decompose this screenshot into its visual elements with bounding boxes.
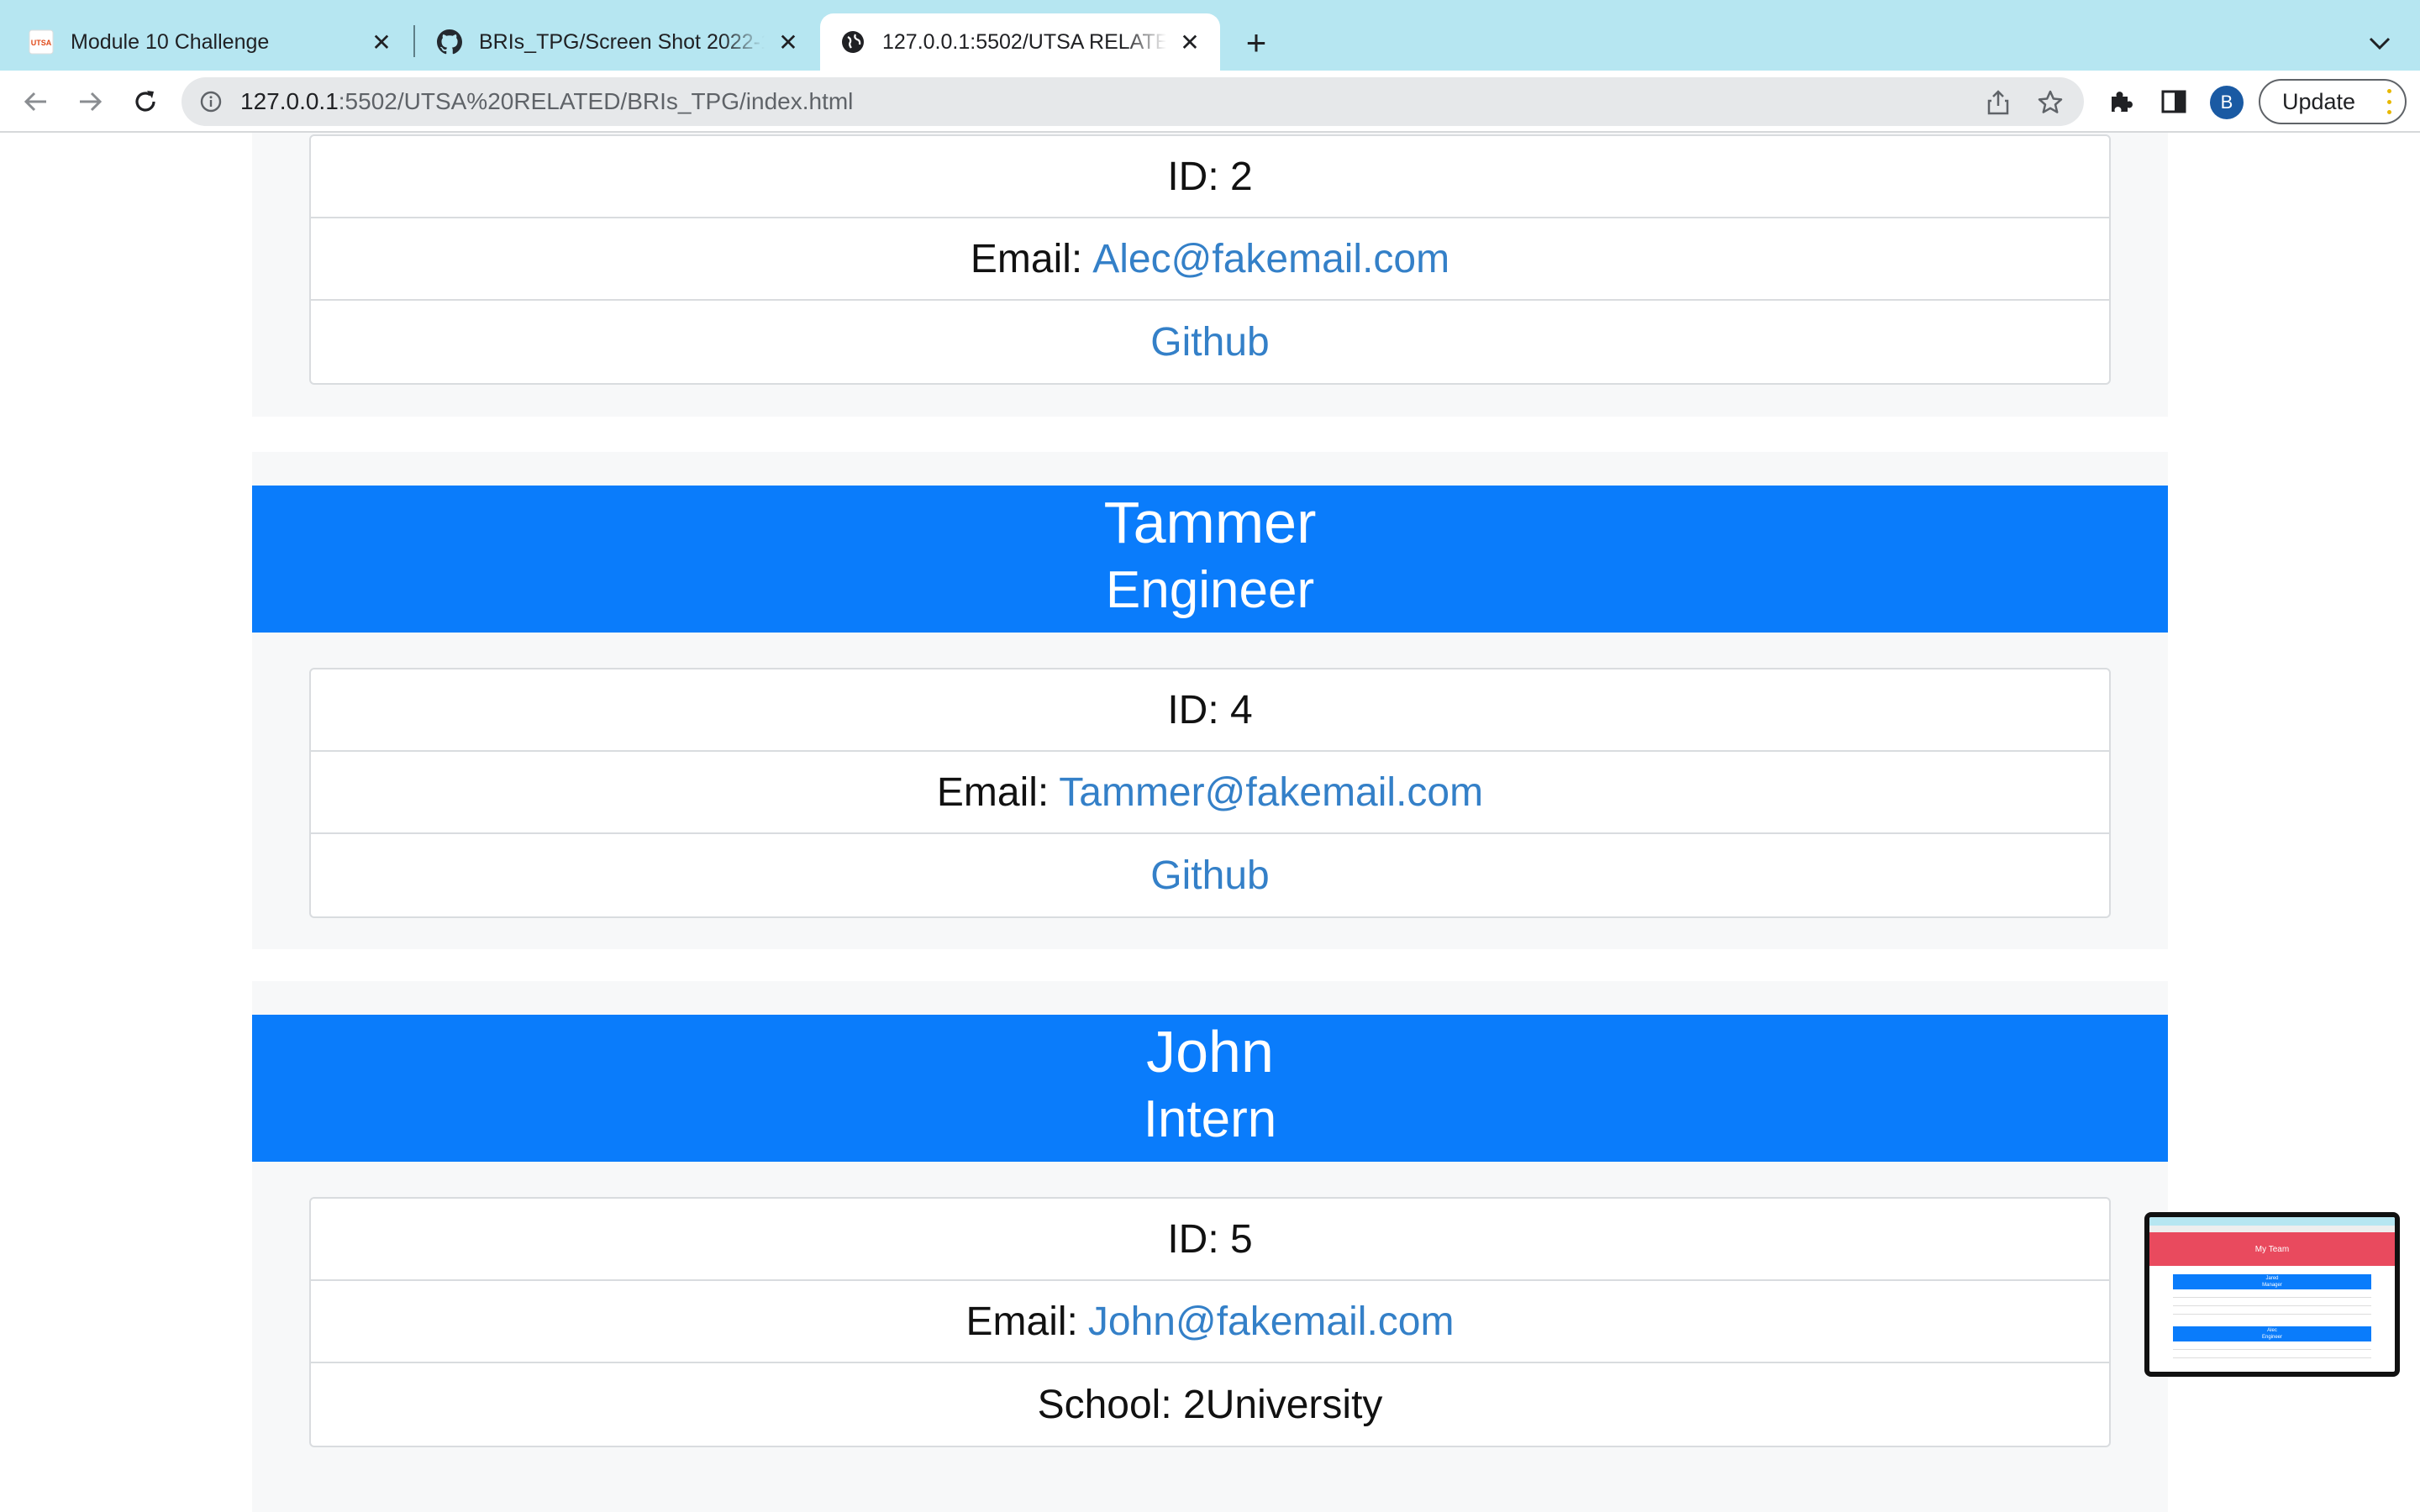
thumbnail-tabstrip [2149, 1217, 2395, 1226]
employee-details-list: ID: 5 Email: John@fakemail.com School: 2… [309, 1197, 2111, 1447]
employee-details-list: ID: 4 Email: Tammer@fakemail.com Github [309, 668, 2111, 918]
tab-title: Module 10 Challenge [71, 29, 270, 54]
globe-icon [840, 29, 865, 55]
extensions-puzzle-icon[interactable] [2101, 82, 2139, 121]
employee-school: School: 2University [1037, 1382, 1383, 1427]
site-info-icon[interactable] [198, 89, 224, 114]
tab-search-chevron-icon[interactable] [2361, 25, 2398, 62]
employee-card: John Intern ID: 5 Email: John@fakemail.c… [252, 981, 2168, 1512]
employee-card: ID: 2 Email: Alec@fakemail.com Github [252, 133, 2168, 417]
employee-role: Engineer [1105, 561, 1315, 619]
tab-title: BRIs_TPG/Screen Shot 2022-1 [479, 29, 765, 54]
back-arrow-icon[interactable] [15, 81, 57, 123]
employee-role: Intern [1143, 1090, 1277, 1148]
bookmark-star-icon[interactable] [2033, 86, 2067, 119]
thumbnail-card: Alec Engineer [2173, 1326, 2371, 1358]
employee-card-header: John Intern [252, 1015, 2168, 1162]
employee-card: Tammer Engineer ID: 4 Email: Tammer@fake… [252, 452, 2168, 949]
tab-strip: UTSA Module 10 Challenge ✕ BRIs_TPG/Scre… [0, 0, 2420, 71]
employee-email: Email: Tammer@fakemail.com [311, 752, 2109, 834]
tab-separator [413, 25, 415, 57]
thumbnail-toolbar [2149, 1226, 2395, 1232]
email-link[interactable]: John@fakemail.com [1088, 1299, 1455, 1345]
github-link[interactable]: Github [1150, 319, 1269, 365]
employee-id: ID: 5 [311, 1199, 2109, 1281]
update-label: Update [2282, 88, 2356, 114]
thumbnail-card: Jared Manager [2173, 1274, 2371, 1315]
close-icon[interactable]: ✕ [366, 27, 397, 57]
employee-github: Github [311, 834, 2109, 916]
share-icon[interactable] [1981, 86, 2015, 119]
update-button[interactable]: Update [2259, 79, 2407, 124]
employee-details-list: ID: 2 Email: Alec@fakemail.com Github [309, 134, 2111, 385]
tab-github-screenshot[interactable]: BRIs_TPG/Screen Shot 2022-1 ✕ [417, 13, 818, 71]
github-link[interactable]: Github [1150, 853, 1269, 899]
address-bar[interactable]: 127.0.0.1:5502/UTSA%20RELATED/BRIs_TPG/i… [182, 77, 2084, 126]
more-menu-icon[interactable] [2386, 89, 2391, 114]
page-viewport: ID: 2 Email: Alec@fakemail.com Github Ta… [0, 133, 2420, 1512]
employee-card-header: Tammer Engineer [252, 486, 2168, 633]
employee-email: Email: John@fakemail.com [311, 1281, 2109, 1363]
svg-text:UTSA: UTSA [31, 39, 52, 47]
screenshot-preview-thumbnail[interactable]: My Team Jared Manager Alec Engineer [2144, 1212, 2400, 1377]
profile-avatar[interactable]: B [2210, 86, 2244, 119]
employee-id: ID: 4 [311, 669, 2109, 752]
email-link[interactable]: Tammer@fakemail.com [1059, 769, 1483, 816]
employee-name: Tammer [1103, 490, 1317, 555]
reload-icon[interactable] [124, 81, 166, 123]
utsa-favicon-icon: UTSA [29, 29, 54, 55]
tab-title: 127.0.0.1:5502/UTSA RELATED [882, 29, 1166, 54]
browser-toolbar: 127.0.0.1:5502/UTSA%20RELATED/BRIs_TPG/i… [0, 71, 2420, 133]
github-icon [437, 29, 462, 55]
thumbnail-header: My Team [2149, 1232, 2395, 1266]
employee-email: Email: Alec@fakemail.com [311, 218, 2109, 301]
employee-github: Github [311, 301, 2109, 383]
close-icon[interactable]: ✕ [773, 27, 803, 57]
tab-module-10[interactable]: UTSA Module 10 Challenge ✕ [8, 13, 412, 71]
close-icon[interactable]: ✕ [1175, 27, 1205, 57]
forward-arrow-icon[interactable] [69, 81, 111, 123]
new-tab-button[interactable]: + [1235, 22, 1277, 64]
employee-id: ID: 2 [311, 136, 2109, 218]
email-link[interactable]: Alec@fakemail.com [1092, 236, 1449, 282]
url-text: 127.0.0.1:5502/UTSA%20RELATED/BRIs_TPG/i… [240, 88, 854, 114]
side-panel-icon[interactable] [2154, 82, 2193, 121]
tab-localhost[interactable]: 127.0.0.1:5502/UTSA RELATED ✕ [820, 13, 1220, 71]
employee-name: John [1146, 1019, 1274, 1084]
